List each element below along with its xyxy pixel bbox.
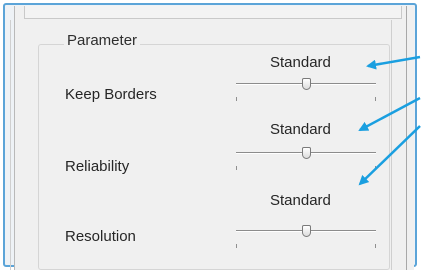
annotation-arrows	[358, 55, 421, 186]
arrow-icon	[358, 96, 421, 132]
arrow-icon	[366, 55, 421, 70]
arrow-icon	[358, 125, 421, 186]
